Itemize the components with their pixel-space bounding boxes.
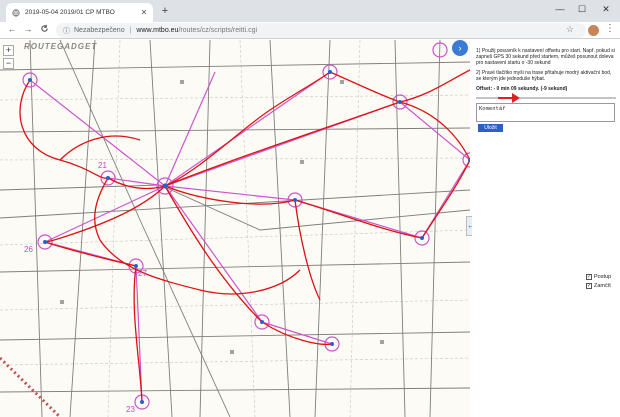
forward-button[interactable]: → (22, 24, 34, 34)
new-tab-button[interactable]: + (158, 5, 172, 17)
instruction-offset: 1) Použij posuvník k nastavení offsetu p… (476, 48, 615, 66)
profile-avatar[interactable] (588, 25, 599, 36)
panel-toggle-button[interactable]: › (452, 40, 468, 56)
browser-tab[interactable]: 2019-05-04 2019/01 ČP MTBO ✕ (6, 3, 153, 22)
page-viewport: 21 26 27 23 ROUTEGADGET + − › ↔ 1) Použi… (0, 40, 620, 417)
minimize-button[interactable]: — (553, 4, 567, 14)
back-button[interactable]: ← (6, 24, 18, 34)
checkbox-label: Postup (594, 274, 612, 280)
globe-icon (12, 8, 20, 17)
tab-title: 2019-05-04 2019/01 ČP MTBO (25, 9, 115, 16)
browser-toolbar: ← → ⓘ Nezabezpečeno | www.mtbo.eu /route… (0, 22, 620, 39)
url-path: /routes/cz/scripts/reitti.cgi (178, 27, 258, 34)
routegadget-logo: ROUTEGADGET (24, 42, 98, 51)
control-number: 21 (98, 161, 107, 170)
control-number: 26 (24, 245, 33, 254)
url-host: www.mtbo.eu (136, 27, 179, 34)
checkbox-zamcit[interactable]: ✓ Zamčít (586, 283, 611, 289)
instruction-drag: 2) Pravé tlačítko myši na trase přitahuj… (476, 70, 612, 82)
slider-handle-icon[interactable] (512, 93, 520, 103)
control-number: 23 (126, 405, 135, 414)
reload-button[interactable] (38, 24, 50, 35)
address-bar[interactable]: ⓘ Nezabezpečeno | www.mtbo.eu /routes/cz… (56, 23, 586, 38)
tab-close-icon[interactable]: ✕ (139, 8, 149, 17)
maximize-button[interactable]: ☐ (575, 4, 589, 15)
browser-menu-icon[interactable]: ⋮ (605, 23, 615, 34)
offset-panel: 1) Použij posuvník k nastavení offsetu p… (472, 40, 620, 417)
checkbox-icon[interactable]: ✓ (586, 283, 592, 289)
zoom-out-button[interactable]: − (3, 58, 14, 69)
omnibox-separator: | (129, 27, 132, 34)
control-number: 27 (138, 269, 147, 278)
checkbox-label: Zamčít (594, 283, 611, 289)
bookmark-star-icon[interactable]: ☆ (566, 24, 574, 35)
security-label: Nezabezpečeno (74, 27, 125, 34)
save-button[interactable]: Uložit (478, 124, 503, 132)
checkbox-icon[interactable]: ✓ (586, 274, 592, 280)
reload-icon (40, 24, 48, 32)
map-area[interactable]: 21 26 27 23 ROUTEGADGET + − › (0, 40, 470, 417)
browser-titlebar: 2019-05-04 2019/01 ČP MTBO ✕ + — ☐ ✕ (0, 0, 620, 22)
zoom-in-button[interactable]: + (3, 45, 14, 56)
close-window-button[interactable]: ✕ (599, 4, 613, 15)
comment-field[interactable]: Komentář (476, 103, 615, 122)
orienteering-map[interactable]: 21 26 27 23 (0, 40, 470, 417)
checkbox-postup[interactable]: ✓ Postup (586, 274, 611, 280)
info-icon[interactable]: ⓘ (63, 26, 70, 36)
